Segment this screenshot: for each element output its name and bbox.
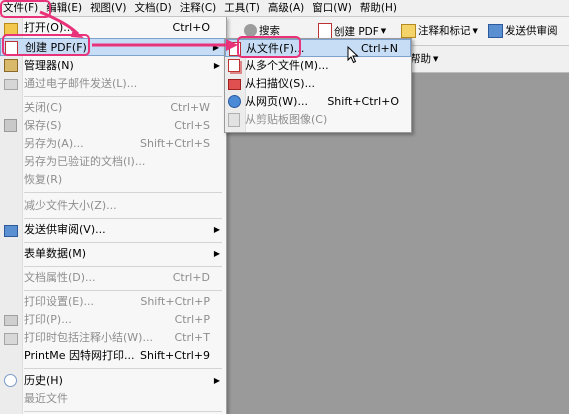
annotation-arrow xyxy=(39,10,80,36)
annotation-arrowhead xyxy=(226,39,238,51)
mouse-cursor-icon xyxy=(347,46,359,64)
annotation-arrows xyxy=(39,10,238,51)
annotation-arrowhead xyxy=(71,29,84,38)
